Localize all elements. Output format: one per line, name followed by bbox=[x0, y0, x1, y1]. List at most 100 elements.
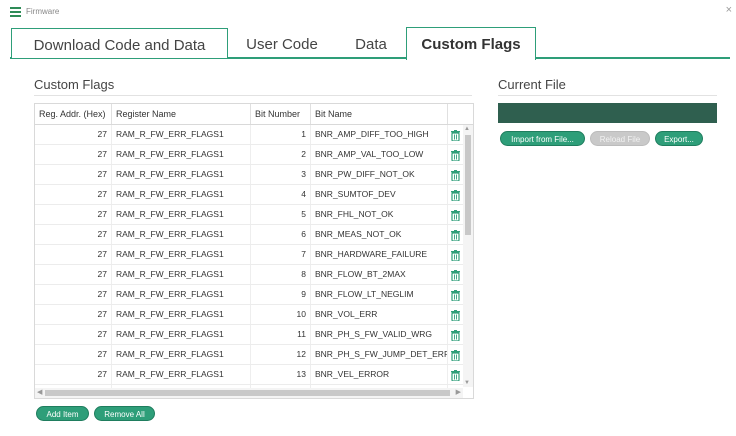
section-divider bbox=[498, 95, 717, 96]
scroll-right-icon[interactable]: ▶ bbox=[456, 388, 461, 398]
cell-reg-addr: 27 bbox=[35, 165, 112, 184]
horizontal-scroll-thumb[interactable] bbox=[45, 390, 450, 396]
cell-register-name: RAM_R_FW_ERR_FLAGS1 bbox=[112, 325, 251, 344]
cell-bit-number: 3 bbox=[251, 165, 311, 184]
cell-register-name: RAM_R_FW_ERR_FLAGS1 bbox=[112, 125, 251, 144]
cell-bit-number: 2 bbox=[251, 145, 311, 164]
cell-register-name: RAM_R_FW_ERR_FLAGS1 bbox=[112, 265, 251, 284]
trash-icon[interactable] bbox=[451, 209, 460, 222]
horizontal-scrollbar[interactable]: ◀ ▶ bbox=[35, 388, 463, 398]
scroll-left-icon[interactable]: ◀ bbox=[37, 388, 42, 398]
tab-download-code-and-data[interactable]: Download Code and Data bbox=[11, 28, 228, 58]
column-header-bit-name[interactable]: Bit Name bbox=[311, 104, 448, 124]
cell-bit-name: BNR_FLOW_BT_2MAX bbox=[311, 265, 448, 284]
table-row[interactable]: 27 RAM_R_FW_ERR_FLAGS1 5 BNR_FHL_NOT_OK bbox=[35, 205, 473, 225]
cell-bit-number: 13 bbox=[251, 365, 311, 384]
cell-bit-number: 11 bbox=[251, 325, 311, 344]
delete-row-button[interactable] bbox=[448, 245, 462, 264]
trash-icon[interactable] bbox=[451, 289, 460, 302]
column-header-reg-addr[interactable]: Reg. Addr. (Hex) bbox=[35, 104, 112, 124]
trash-icon[interactable] bbox=[451, 129, 460, 142]
cell-reg-addr: 27 bbox=[35, 325, 112, 344]
cell-reg-addr: 27 bbox=[35, 185, 112, 204]
column-header-register-name[interactable]: Register Name bbox=[112, 104, 251, 124]
table-row[interactable]: 27 RAM_R_FW_ERR_FLAGS1 1 BNR_AMP_DIFF_TOO_H… bbox=[35, 125, 473, 145]
trash-icon[interactable] bbox=[451, 329, 460, 342]
delete-row-button[interactable] bbox=[448, 325, 462, 344]
table-row[interactable]: 27 RAM_R_FW_ERR_FLAGS1 6 BNR_MEAS_NOT_OK bbox=[35, 225, 473, 245]
trash-icon[interactable] bbox=[451, 169, 460, 182]
delete-row-button[interactable] bbox=[448, 345, 462, 364]
cell-bit-name: BNR_MEAS_NOT_OK bbox=[311, 225, 448, 244]
table-row[interactable]: 27 RAM_R_FW_ERR_FLAGS1 8 BNR_FLOW_BT_2MAX bbox=[35, 265, 473, 285]
current-file-title: Current File bbox=[498, 77, 566, 92]
cell-bit-number: 12 bbox=[251, 345, 311, 364]
table-row[interactable]: 27 RAM_R_FW_ERR_FLAGS1 9 BNR_FLOW_LT_NEGLIM bbox=[35, 285, 473, 305]
column-header-bit-number[interactable]: Bit Number bbox=[251, 104, 311, 124]
cell-bit-name: BNR_PW_DIFF_NOT_OK bbox=[311, 165, 448, 184]
cell-bit-name: BNR_VOL_ERR bbox=[311, 305, 448, 324]
cell-bit-name: BNR_AMP_DIFF_TOO_HIGH bbox=[311, 125, 448, 144]
trash-icon[interactable] bbox=[451, 269, 460, 282]
cell-reg-addr: 27 bbox=[35, 265, 112, 284]
app-menu-icon[interactable] bbox=[10, 7, 21, 17]
vertical-scrollbar[interactable]: ▲ ▼ bbox=[463, 125, 473, 387]
cell-bit-name: BNR_VEL_ERROR bbox=[311, 365, 448, 384]
cell-register-name: RAM_R_FW_ERR_FLAGS1 bbox=[112, 345, 251, 364]
cell-register-name: RAM_R_FW_ERR_FLAGS1 bbox=[112, 245, 251, 264]
cell-register-name: RAM_R_FW_ERR_FLAGS1 bbox=[112, 165, 251, 184]
delete-row-button[interactable] bbox=[448, 305, 462, 324]
table-row[interactable]: 27 RAM_R_FW_ERR_FLAGS1 7 BNR_HARDWARE_FAILU… bbox=[35, 245, 473, 265]
table-row[interactable]: 27 RAM_R_FW_ERR_FLAGS1 11 BNR_PH_S_FW_VALID… bbox=[35, 325, 473, 345]
delete-row-button[interactable] bbox=[448, 145, 462, 164]
trash-icon[interactable] bbox=[451, 189, 460, 202]
reload-file-button: Reload File bbox=[590, 131, 650, 146]
table-row[interactable]: 27 RAM_R_FW_ERR_FLAGS1 2 BNR_AMP_VAL_TOO_LO… bbox=[35, 145, 473, 165]
delete-row-button[interactable] bbox=[448, 285, 462, 304]
table-row[interactable]: 27 RAM_R_FW_ERR_FLAGS1 12 BNR_PH_S_FW_JUMP_… bbox=[35, 345, 473, 365]
export-button[interactable]: Export... bbox=[655, 131, 703, 146]
add-item-button[interactable]: Add Item bbox=[36, 406, 89, 421]
remove-all-button[interactable]: Remove All bbox=[94, 406, 155, 421]
tab-custom-flags[interactable]: Custom Flags bbox=[406, 27, 536, 60]
table-row[interactable]: 27 RAM_R_FW_ERR_FLAGS1 10 BNR_VOL_ERR bbox=[35, 305, 473, 325]
delete-row-button[interactable] bbox=[448, 365, 462, 384]
trash-icon[interactable] bbox=[451, 309, 460, 322]
cell-bit-number: 1 bbox=[251, 125, 311, 144]
trash-icon[interactable] bbox=[451, 369, 460, 382]
cell-register-name: RAM_R_FW_ERR_FLAGS1 bbox=[112, 205, 251, 224]
cell-reg-addr: 27 bbox=[35, 145, 112, 164]
cell-reg-addr: 27 bbox=[35, 125, 112, 144]
cell-bit-number: 6 bbox=[251, 225, 311, 244]
cell-reg-addr: 27 bbox=[35, 365, 112, 384]
cell-bit-name: BNR_SUMTOF_DEV bbox=[311, 185, 448, 204]
cell-bit-name: BNR_AMP_VAL_TOO_LOW bbox=[311, 145, 448, 164]
tab-data[interactable]: Data bbox=[336, 28, 406, 58]
cell-reg-addr: 27 bbox=[35, 305, 112, 324]
cell-bit-name: BNR_HARDWARE_FAILURE bbox=[311, 245, 448, 264]
scroll-down-icon[interactable]: ▼ bbox=[464, 380, 470, 386]
delete-row-button[interactable] bbox=[448, 225, 462, 244]
close-icon[interactable]: × bbox=[726, 5, 732, 16]
tab-user-code[interactable]: User Code bbox=[228, 28, 336, 58]
table-row[interactable]: 27 RAM_R_FW_ERR_FLAGS1 13 BNR_VEL_ERROR bbox=[35, 365, 473, 385]
delete-row-button[interactable] bbox=[448, 205, 462, 224]
trash-icon[interactable] bbox=[451, 249, 460, 262]
cell-register-name: RAM_R_FW_ERR_FLAGS1 bbox=[112, 285, 251, 304]
custom-flags-table: Reg. Addr. (Hex) Register Name Bit Numbe… bbox=[34, 103, 474, 399]
import-from-file-button[interactable]: Import from File... bbox=[500, 131, 585, 146]
scroll-up-icon[interactable]: ▲ bbox=[464, 126, 470, 132]
delete-row-button[interactable] bbox=[448, 165, 462, 184]
trash-icon[interactable] bbox=[451, 229, 460, 242]
table-row[interactable]: 27 RAM_R_FW_ERR_FLAGS1 4 BNR_SUMTOF_DEV bbox=[35, 185, 473, 205]
trash-icon[interactable] bbox=[451, 149, 460, 162]
trash-icon[interactable] bbox=[451, 349, 460, 362]
delete-row-button[interactable] bbox=[448, 125, 462, 144]
table-row[interactable]: 27 RAM_R_FW_ERR_FLAGS1 3 BNR_PW_DIFF_NOT_OK bbox=[35, 165, 473, 185]
delete-row-button[interactable] bbox=[448, 265, 462, 284]
cell-reg-addr: 27 bbox=[35, 205, 112, 224]
delete-row-button[interactable] bbox=[448, 185, 462, 204]
cell-bit-number: 10 bbox=[251, 305, 311, 324]
vertical-scroll-thumb[interactable] bbox=[465, 135, 471, 235]
cell-bit-number: 8 bbox=[251, 265, 311, 284]
